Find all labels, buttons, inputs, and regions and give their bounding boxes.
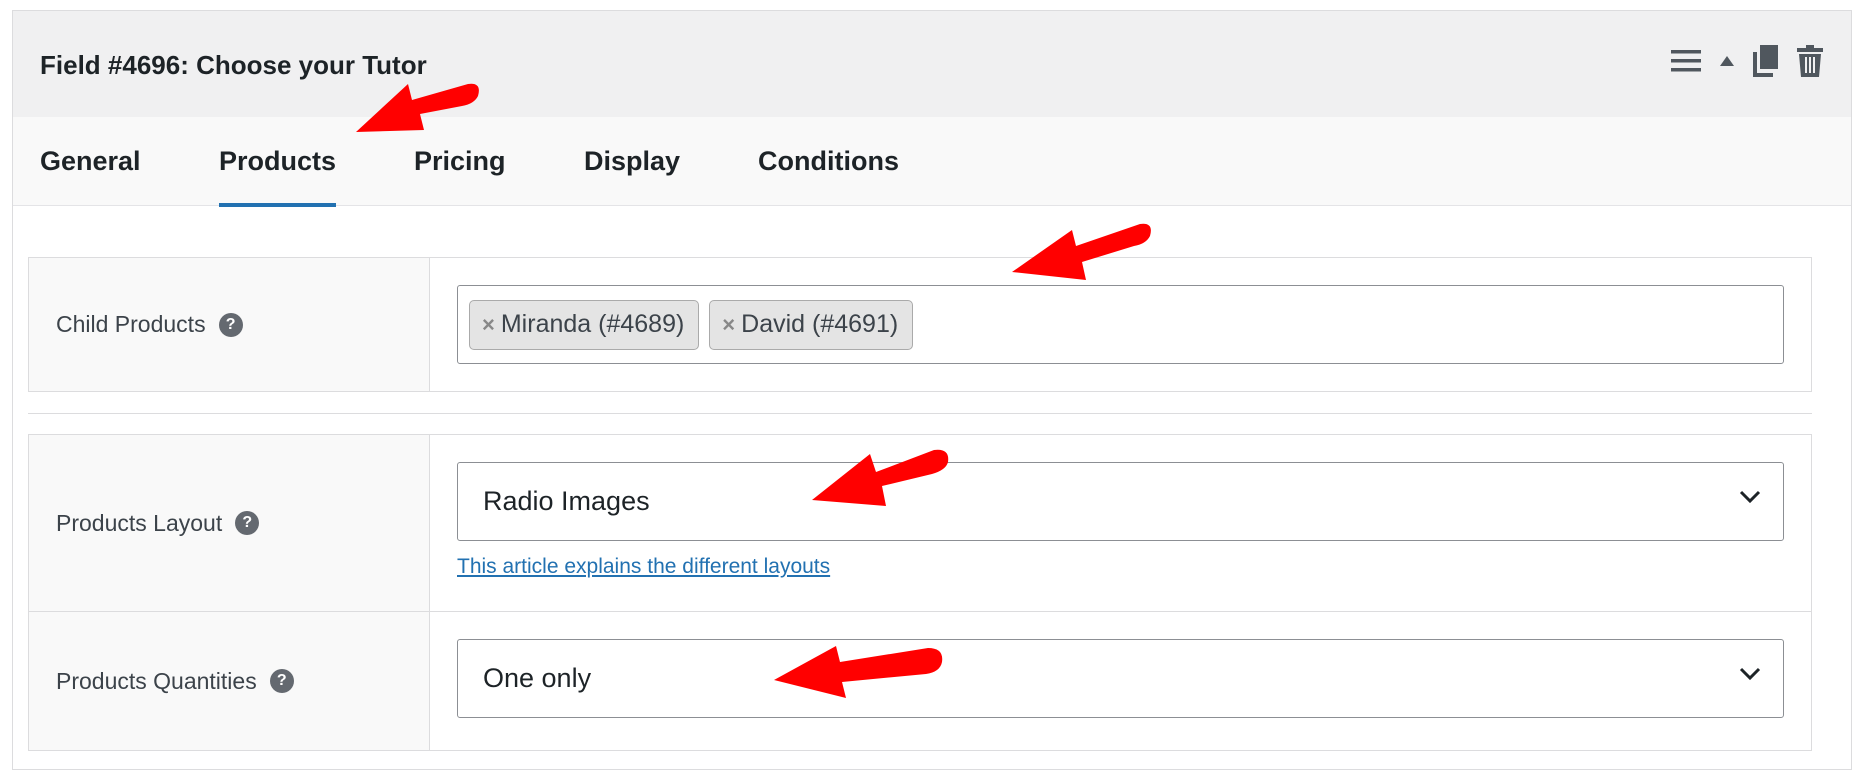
child-products-row: Child Products ? × Miranda (#4689) × Dav…	[28, 257, 1812, 392]
chevron-down-icon	[1739, 667, 1761, 681]
child-products-label-text: Child Products	[56, 311, 206, 337]
products-quantities-label-text: Products Quantities	[56, 667, 257, 694]
child-products-label: Child Products ?	[29, 258, 430, 391]
products-layout-label: Products Layout ?	[29, 435, 430, 611]
help-icon[interactable]: ?	[218, 312, 243, 337]
product-tag: × Miranda (#4689)	[469, 299, 700, 350]
header-tools	[1671, 45, 1823, 77]
products-layout-value: Radio Images	[483, 486, 650, 516]
duplicate-icon[interactable]	[1753, 45, 1779, 77]
products-layout-content: Radio Images This article explains the d…	[430, 435, 1811, 611]
tab-bar: General Products Pricing Display Conditi…	[13, 117, 1851, 207]
products-layout-row: Products Layout ? Radio Images This arti…	[28, 434, 1812, 612]
products-layout-select[interactable]: Radio Images	[457, 462, 1784, 541]
collapse-arrow-icon[interactable]	[1719, 55, 1735, 67]
products-quantities-select[interactable]: One only	[457, 639, 1784, 718]
tab-general[interactable]: General	[40, 117, 141, 206]
products-quantities-content: One only	[430, 612, 1811, 750]
product-tag: × David (#4691)	[709, 299, 914, 350]
section-divider	[28, 413, 1812, 414]
chevron-down-icon	[1739, 490, 1761, 504]
menu-icon[interactable]	[1671, 50, 1701, 72]
tag-remove-icon[interactable]: ×	[722, 312, 735, 338]
layouts-help-link[interactable]: This article explains the different layo…	[457, 555, 830, 579]
tag-text: David (#4691)	[741, 310, 899, 338]
help-icon[interactable]: ?	[235, 511, 260, 535]
products-quantities-row: Products Quantities ? One only	[28, 611, 1812, 751]
panel-header: Field #4696: Choose your Tutor	[13, 11, 1851, 117]
products-layout-label-text: Products Layout	[56, 509, 223, 536]
tab-products[interactable]: Products	[219, 117, 337, 207]
child-products-input[interactable]: × Miranda (#4689) × David (#4691)	[457, 285, 1784, 364]
tab-conditions[interactable]: Conditions	[758, 117, 899, 206]
tag-remove-icon[interactable]: ×	[482, 312, 495, 338]
help-icon[interactable]: ?	[269, 669, 294, 693]
panel-title: Field #4696: Choose your Tutor	[40, 50, 427, 80]
products-quantities-label: Products Quantities ?	[29, 612, 430, 750]
products-quantities-value: One only	[483, 663, 592, 693]
tab-display[interactable]: Display	[584, 117, 680, 206]
tab-pricing[interactable]: Pricing	[414, 117, 506, 206]
trash-icon[interactable]	[1797, 45, 1823, 77]
child-products-content: × Miranda (#4689) × David (#4691)	[430, 258, 1811, 391]
tag-text: Miranda (#4689)	[500, 310, 685, 338]
